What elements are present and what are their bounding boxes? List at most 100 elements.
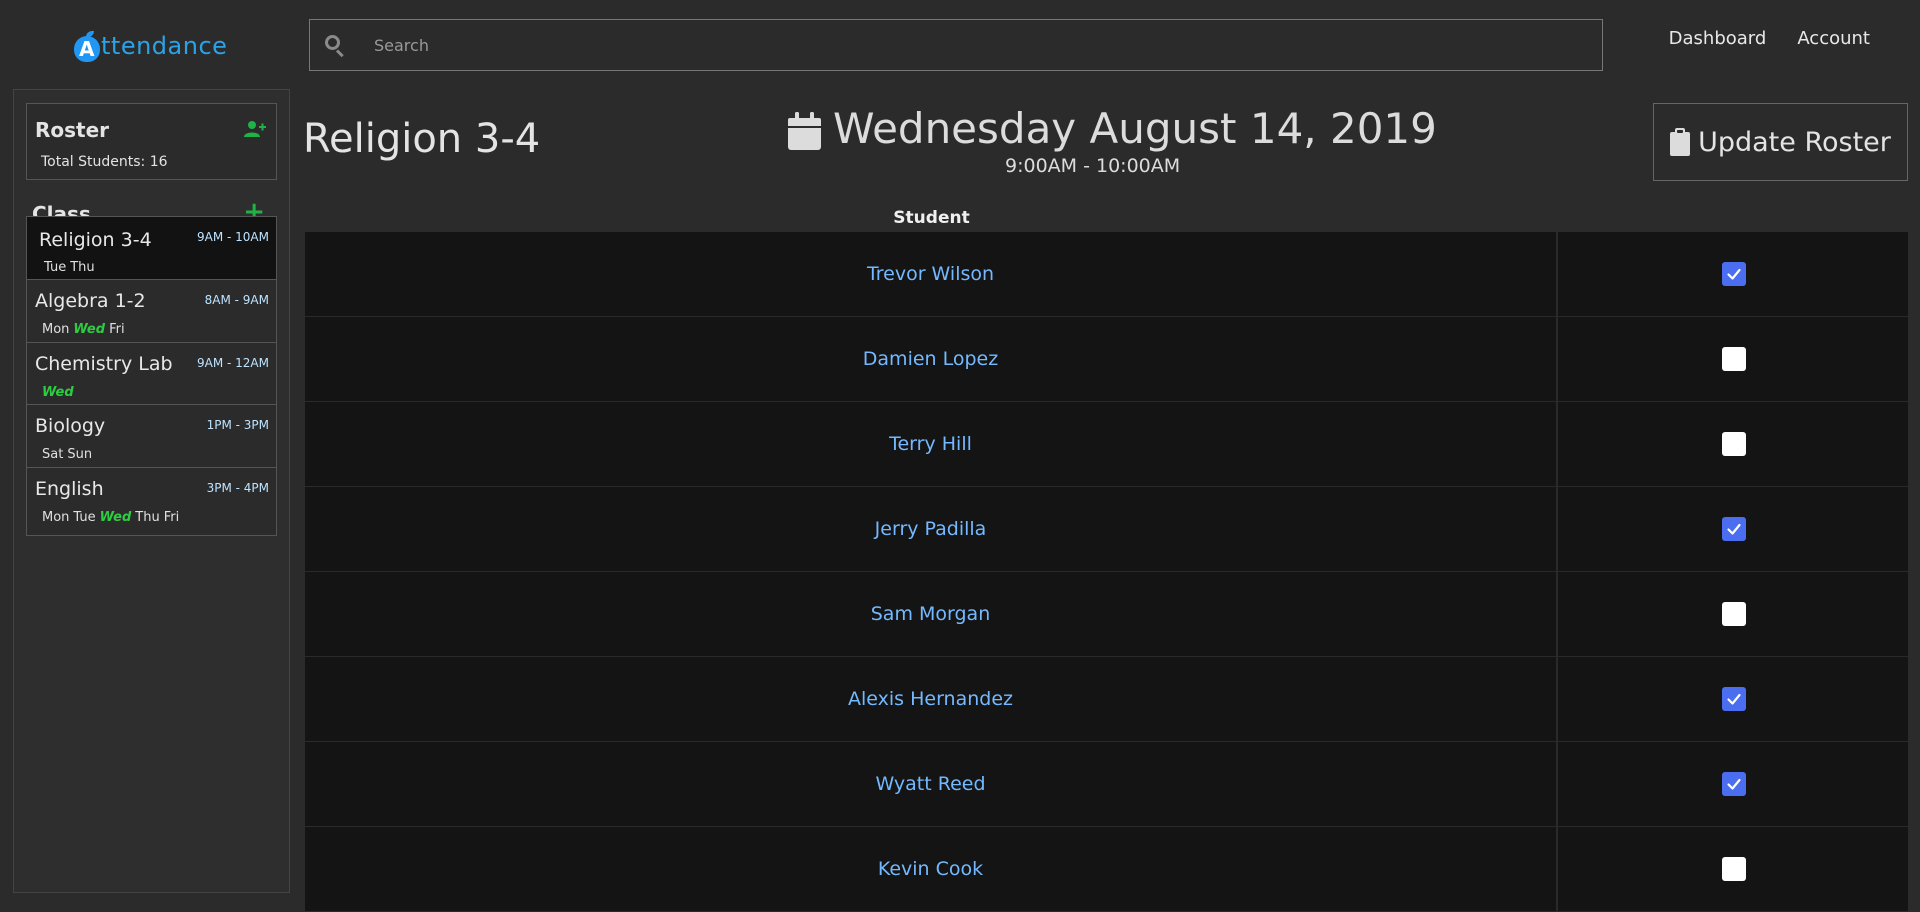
attendance-checkbox[interactable] [1722, 857, 1746, 881]
student-name-cell: Alexis Hernandez [305, 657, 1558, 741]
student-column-header: Student [893, 208, 970, 228]
attendance-checkbox[interactable] [1722, 262, 1746, 286]
check-icon [1727, 693, 1741, 705]
student-name-link[interactable]: Damien Lopez [863, 348, 998, 370]
class-card[interactable]: Algebra 1-2 8AM - 9AM Mon Wed Fri [26, 279, 277, 348]
table-row: Terry Hill [305, 402, 1908, 487]
attendance-checkbox[interactable] [1722, 772, 1746, 796]
class-time: 1PM - 3PM [206, 418, 269, 432]
apple-logo-icon: A [74, 31, 100, 62]
class-days: Mon Wed Fri [42, 322, 129, 337]
class-day: Thu [70, 260, 95, 275]
check-icon [1727, 268, 1741, 280]
table-row: Kevin Cook [305, 827, 1908, 912]
page-title: Religion 3-4 [303, 116, 541, 162]
class-day: Tue [73, 510, 96, 525]
class-day: Wed [73, 322, 106, 337]
class-name: English [35, 478, 104, 500]
top-navbar: A ttendance Dashboard Account [0, 0, 1920, 88]
sidebar: Roster Total Students: 16 Class + Religi… [13, 89, 290, 893]
student-name-link[interactable]: Kevin Cook [878, 858, 983, 880]
class-days: Tue Thu [44, 260, 99, 275]
class-time: 9AM - 12AM [197, 356, 269, 370]
class-name: Biology [35, 415, 106, 437]
attendance-cell [1560, 657, 1908, 741]
app-logo-text: ttendance [101, 32, 228, 60]
table-header: Student [305, 208, 1908, 232]
student-name-cell: Damien Lopez [305, 317, 1558, 401]
class-day: Wed [99, 510, 132, 525]
update-roster-button[interactable]: Update Roster [1653, 103, 1908, 181]
search-input[interactable] [372, 34, 1472, 56]
search-icon [324, 34, 346, 58]
search-bar [309, 19, 1603, 71]
attendance-checkbox[interactable] [1722, 347, 1746, 371]
class-name: Religion 3-4 [39, 229, 152, 251]
class-time-range: 9:00AM - 10:00AM [1005, 155, 1181, 177]
class-card[interactable]: Chemistry Lab 9AM - 12AM Wed [26, 342, 277, 411]
class-card[interactable]: Religion 3-4 9AM - 10AM Tue Thu [26, 216, 277, 287]
calendar-icon [788, 111, 821, 150]
student-name-link[interactable]: Alexis Hernandez [848, 688, 1013, 710]
class-day: Sat [42, 447, 64, 462]
check-icon [1727, 778, 1741, 790]
student-name-cell: Trevor Wilson [305, 232, 1558, 316]
attendance-cell [1560, 827, 1908, 911]
class-days: Wed [42, 385, 78, 400]
app-logo[interactable]: A ttendance [74, 24, 227, 68]
date-heading: Wednesday August 14, 2019 [788, 104, 1437, 153]
table-row: Jerry Padilla [305, 487, 1908, 572]
attendance-checkbox[interactable] [1722, 432, 1746, 456]
attendance-cell [1560, 487, 1908, 571]
student-name-cell: Jerry Padilla [305, 487, 1558, 571]
nav-links: Dashboard Account [1669, 28, 1870, 49]
class-day: Wed [42, 385, 74, 400]
attendance-checkbox[interactable] [1722, 687, 1746, 711]
class-days: Mon Tue Wed Thu Fri [42, 510, 183, 525]
student-name-cell: Wyatt Reed [305, 742, 1558, 826]
student-name-link[interactable]: Trevor Wilson [867, 263, 994, 285]
attendance-checkbox[interactable] [1722, 602, 1746, 626]
class-day: Mon [42, 510, 70, 525]
class-time: 3PM - 4PM [206, 481, 269, 495]
current-date: Wednesday August 14, 2019 [833, 104, 1437, 153]
class-card[interactable]: English 3PM - 4PM Mon Tue Wed Thu Fri [26, 467, 277, 536]
class-day: Fri [109, 322, 125, 337]
student-name-link[interactable]: Terry Hill [889, 433, 972, 455]
attendance-cell [1560, 742, 1908, 826]
class-card[interactable]: Biology 1PM - 3PM Sat Sun [26, 404, 277, 473]
attendance-cell [1560, 317, 1908, 401]
nav-account-link[interactable]: Account [1797, 28, 1870, 49]
class-name: Chemistry Lab [35, 353, 173, 375]
table-row: Sam Morgan [305, 572, 1908, 657]
clipboard-icon [1670, 128, 1691, 156]
class-day: Thu [135, 510, 160, 525]
roster-card[interactable]: Roster Total Students: 16 [26, 103, 277, 180]
table-row: Alexis Hernandez [305, 657, 1908, 742]
student-name-link[interactable]: Wyatt Reed [875, 773, 985, 795]
table-row: Trevor Wilson [305, 232, 1908, 317]
attendance-table: Trevor Wilson Damien Lopez Terry Hill Jerry… [305, 232, 1908, 912]
table-row: Damien Lopez [305, 317, 1908, 402]
class-day: Fri [163, 510, 180, 525]
check-icon [1727, 523, 1741, 535]
roster-title: Roster [35, 118, 110, 142]
class-time: 9AM - 10AM [197, 230, 269, 244]
student-name-link[interactable]: Sam Morgan [871, 603, 991, 625]
student-name-cell: Sam Morgan [305, 572, 1558, 656]
nav-dashboard-link[interactable]: Dashboard [1669, 28, 1767, 49]
attendance-cell [1560, 572, 1908, 656]
class-name: Algebra 1-2 [35, 290, 146, 312]
student-name-cell: Kevin Cook [305, 827, 1558, 911]
student-name-cell: Terry Hill [305, 402, 1558, 486]
class-day: Sun [67, 447, 93, 462]
attendance-cell [1560, 402, 1908, 486]
add-user-icon[interactable] [244, 120, 266, 138]
class-day: Mon [42, 322, 70, 337]
student-name-link[interactable]: Jerry Padilla [875, 518, 987, 540]
attendance-checkbox[interactable] [1722, 517, 1746, 541]
table-row: Wyatt Reed [305, 742, 1908, 827]
attendance-cell [1560, 232, 1908, 316]
class-time: 8AM - 9AM [204, 293, 269, 307]
update-roster-label: Update Roster [1698, 126, 1891, 158]
